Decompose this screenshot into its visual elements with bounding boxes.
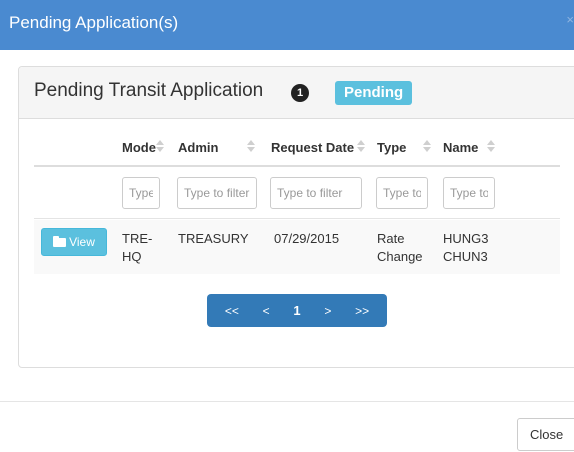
column-header-admin[interactable]: Admin [178,140,218,155]
modal-header: Pending Application(s) × [0,0,574,50]
cell-mode: TRE-HQ [122,231,153,264]
column-header-type[interactable]: Type [377,140,406,155]
column-header-name[interactable]: Name [443,140,478,155]
cell-request-date: 07/29/2015 [274,231,340,246]
mode-filter-input[interactable] [122,177,160,209]
last-page-button[interactable]: >> [355,304,369,318]
panel-heading: Pending Transit Application 1 Pending [19,67,574,119]
sort-icon[interactable] [247,138,255,154]
first-page-button[interactable]: << [225,304,239,318]
column-header-request-date[interactable]: Request Date [271,140,354,155]
current-page[interactable]: 1 [293,303,300,318]
view-button[interactable]: View [41,228,107,256]
column-header-mode[interactable]: Mode [122,140,156,155]
header-divider [34,165,560,167]
close-x-icon[interactable]: × [566,12,574,27]
sort-icon[interactable] [487,138,495,154]
pagination: << < 1 > >> [207,294,387,327]
cell-type: Rate Change [377,231,423,264]
close-button[interactable]: Close [517,418,574,451]
sort-icon[interactable] [423,138,431,154]
name-filter-input[interactable] [443,177,495,209]
next-page-button[interactable]: > [324,304,331,318]
footer-divider [0,401,574,402]
sort-icon[interactable] [156,138,164,154]
status-badge: Pending [335,81,413,105]
request-date-filter-input[interactable] [270,177,362,209]
modal-title: Pending Application(s) [9,13,179,32]
cell-name: HUNG3 CHUN3 [443,231,489,264]
sort-icon[interactable] [357,138,365,154]
admin-filter-input[interactable] [177,177,257,209]
filter-divider [34,218,560,219]
prev-page-button[interactable]: < [263,304,270,318]
cell-admin: TREASURY [178,231,249,246]
count-badge: 1 [291,84,309,102]
panel-title: Pending Transit Application [34,80,264,101]
type-filter-input[interactable] [376,177,428,209]
view-button-label: View [69,235,95,249]
folder-open-icon [53,236,67,247]
